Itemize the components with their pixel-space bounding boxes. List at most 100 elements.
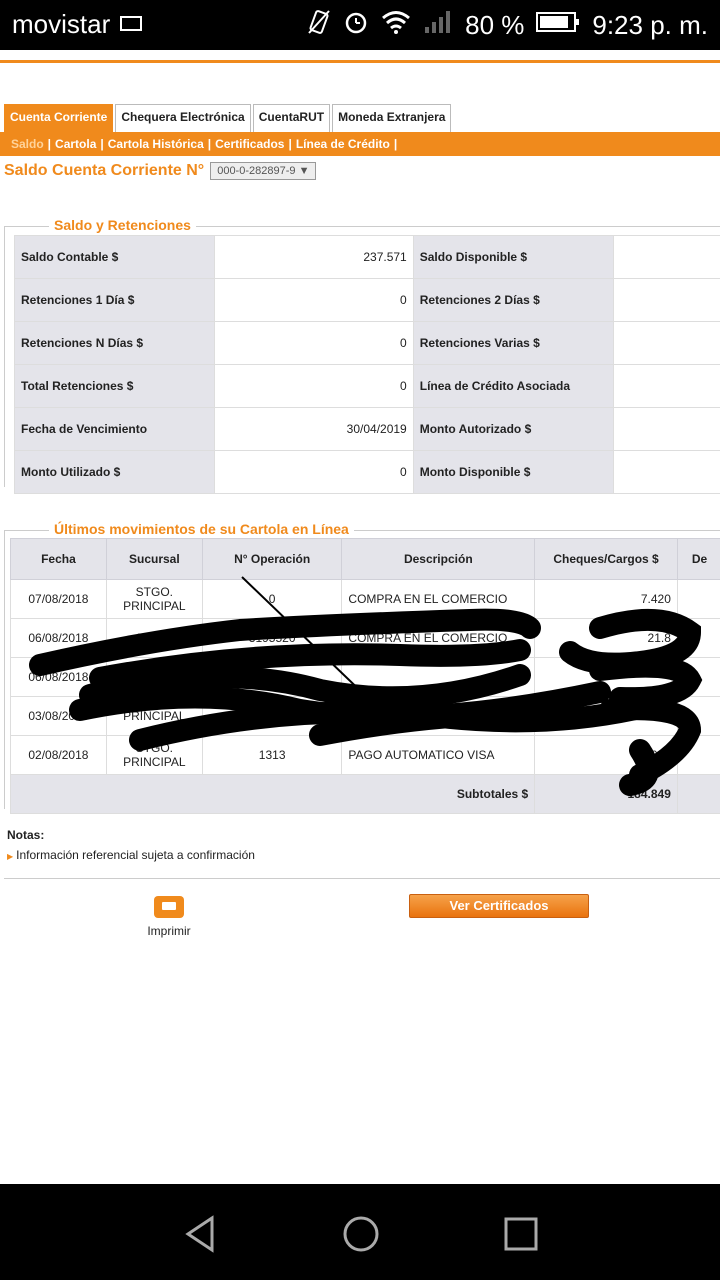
clock: 9:23 p. m.: [592, 10, 708, 40]
movement-operacion: 3195520: [201, 618, 343, 658]
balance-row: Saldo Contable $237.571 Saldo Disponible …: [13, 235, 720, 279]
tab-moneda-extranjera[interactable]: Moneda Extranjera: [332, 104, 452, 132]
notes-item: ▶ Información referencial sujeta a confir…: [7, 848, 255, 862]
subtotal-value: 184.849: [534, 774, 678, 814]
movements-section: Últimos movimientos de su Cartola en Lín…: [4, 521, 720, 814]
balance-label: Retenciones N Días $: [13, 321, 216, 365]
movement-row: 02/08/2018 STGO. PRINCIPAL 1313 PAGO AUTOMA…: [10, 735, 720, 775]
balance-value: 0: [214, 278, 414, 322]
balance-row: Fecha de Vencimiento 30/04/2019 Monto Auto…: [13, 407, 720, 451]
movement-sucursal: STGO. PRINCIPAL: [105, 579, 203, 619]
header-strip: [0, 50, 720, 63]
col-sucursal: Sucursal: [105, 538, 203, 580]
print-label[interactable]: Imprimir: [147, 924, 190, 938]
home-icon[interactable]: [341, 1214, 381, 1254]
movement-fecha: 03/08/2018: [10, 696, 107, 736]
notes: Notas: ▶ Información referencial sujeta a…: [7, 828, 255, 862]
movement-sucursal: PRINCIPAL: [105, 657, 203, 697]
movement-operacion: [201, 657, 343, 697]
balance-value-2: [612, 364, 720, 408]
notes-heading: Notas:: [7, 828, 45, 842]
subnav-cartola[interactable]: Cartola: [52, 137, 99, 151]
balance-label-2: Monto Disponible $: [412, 450, 614, 494]
ver-certificados-button[interactable]: Ver Certificados: [409, 894, 589, 918]
balance-value-2: [612, 278, 720, 322]
balances-table: Saldo Contable $237.571 Saldo Disponible …: [13, 235, 720, 494]
balance-value-2: [612, 450, 720, 494]
movement-descripcion: COMPRA EN EL COMERCIO: [341, 618, 536, 658]
tab-cuentarut[interactable]: CuentaRUT: [252, 104, 331, 132]
wifi-icon: [381, 9, 411, 42]
movements-legend: Últimos movimientos de su Cartola en Lín…: [49, 521, 354, 537]
battery-icon: [536, 10, 580, 41]
print-button[interactable]: Imprimir: [146, 896, 192, 938]
balance-label: Saldo Contable $: [13, 235, 216, 279]
movement-row: 07/08/2018 STGO. PRINCIPAL 0 COMPRA EN EL C…: [10, 579, 720, 619]
movement-row: 03/08/2018 PRINCIPAL 3 GIRO POR REDBANC 10.0…: [10, 696, 720, 736]
movements-table: Fecha Sucursal N° Operación Descripción …: [9, 538, 720, 814]
balance-label-2: Línea de Crédito Asociada: [412, 364, 614, 408]
tab-chequera-electronica[interactable]: Chequera Electrónica: [115, 104, 251, 132]
subtotal-label: Subtotales $: [9, 774, 536, 814]
product-tabs: Cuenta Corriente Chequera Electrónica Cu…: [4, 104, 453, 132]
col-cargos: Cheques/Cargos $: [534, 538, 678, 580]
movement-depositos: [676, 696, 720, 736]
subnav-certificados[interactable]: Certificados: [212, 137, 287, 151]
movement-fecha: 02/08/2018: [10, 735, 107, 775]
account-number: 000-0-282897-9: [217, 165, 296, 177]
balance-label: Retenciones 1 Día $: [13, 278, 216, 322]
movement-operacion: 3: [201, 696, 343, 736]
sub-navigation: Saldo | Cartola | Cartola Histórica | Certi…: [0, 132, 720, 156]
balance-value: 237.571: [214, 235, 414, 279]
tab-cuenta-corriente[interactable]: Cuenta Corriente: [4, 104, 114, 132]
balance-label: Monto Utilizado $: [13, 450, 216, 494]
movement-fecha: 06/08/2018: [10, 657, 107, 697]
recents-icon[interactable]: [503, 1214, 539, 1254]
col-fecha: Fecha: [10, 538, 107, 580]
movement-descripcion: PAGO AUTOMATICO VISA: [341, 735, 536, 775]
subnav-linea-credito[interactable]: Línea de Crédito: [293, 137, 393, 151]
movement-cargos: 7.420: [534, 579, 678, 619]
balance-label: Total Retenciones $: [13, 364, 216, 408]
movement-descripcion: GIRO POR REDBANC: [341, 696, 536, 736]
movement-descripcion: COMPRA EN EL COMERCIO: [341, 579, 536, 619]
balance-value-2: [612, 235, 720, 279]
movement-fecha: 07/08/2018: [10, 579, 107, 619]
movement-depositos: [676, 657, 720, 697]
movement-sucursal: STGO. PRINCIPAL: [105, 735, 203, 775]
balance-row: Total Retenciones $0 Línea de Crédito Aso…: [13, 364, 720, 408]
col-operacion: N° Operación: [201, 538, 343, 580]
balances-legend: Saldo y Retenciones: [49, 217, 196, 233]
balance-row: Retenciones 1 Día $0 Retenciones 2 Días $: [13, 278, 720, 322]
col-depositos: De: [676, 538, 720, 580]
movement-row: 06/08/2018 PRINCIPAL: [10, 657, 720, 697]
movement-depositos: [676, 735, 720, 775]
subnav-saldo[interactable]: Saldo: [8, 137, 47, 151]
navigation-bar: [0, 1184, 720, 1280]
balance-label-2: Retenciones Varias $: [412, 321, 614, 365]
balance-label-2: Saldo Disponible $: [412, 235, 614, 279]
movement-descripcion: [341, 657, 536, 697]
balance-value-2: [612, 407, 720, 451]
balances-section: Saldo y Retenciones Saldo Contable $237.…: [4, 217, 720, 494]
balance-label: Fecha de Vencimiento: [13, 407, 216, 451]
movement-row: 06/08/2018 STGO. 3195520 COMPRA EN EL COMER…: [10, 618, 720, 658]
subnav-cartola-historica[interactable]: Cartola Histórica: [105, 137, 207, 151]
movement-depositos: [676, 618, 720, 658]
movement-fecha: 06/08/2018: [10, 618, 107, 658]
movement-cargos: 4.036: [534, 735, 678, 775]
balance-value-2: [612, 321, 720, 365]
balance-row: Monto Utilizado $0 Monto Disponible $: [13, 450, 720, 494]
subtotal-depositos: [676, 774, 720, 814]
bullet-arrow-icon: ▶: [7, 852, 14, 861]
movement-sucursal: PRINCIPAL: [105, 696, 203, 736]
balance-row: Retenciones N Días $0 Retenciones Varias …: [13, 321, 720, 365]
status-bar: movistar 80 % 9:23 p. m.: [0, 0, 720, 50]
movement-cargos: 21.8: [534, 618, 678, 658]
account-select[interactable]: 000-0-282897-9 ▼: [210, 162, 317, 180]
printer-icon[interactable]: [154, 896, 184, 918]
page-title: Saldo Cuenta Corriente N°: [4, 162, 205, 179]
vibrate-icon: [307, 9, 331, 42]
back-icon[interactable]: [180, 1214, 224, 1254]
keyboard-icon: [120, 16, 142, 31]
